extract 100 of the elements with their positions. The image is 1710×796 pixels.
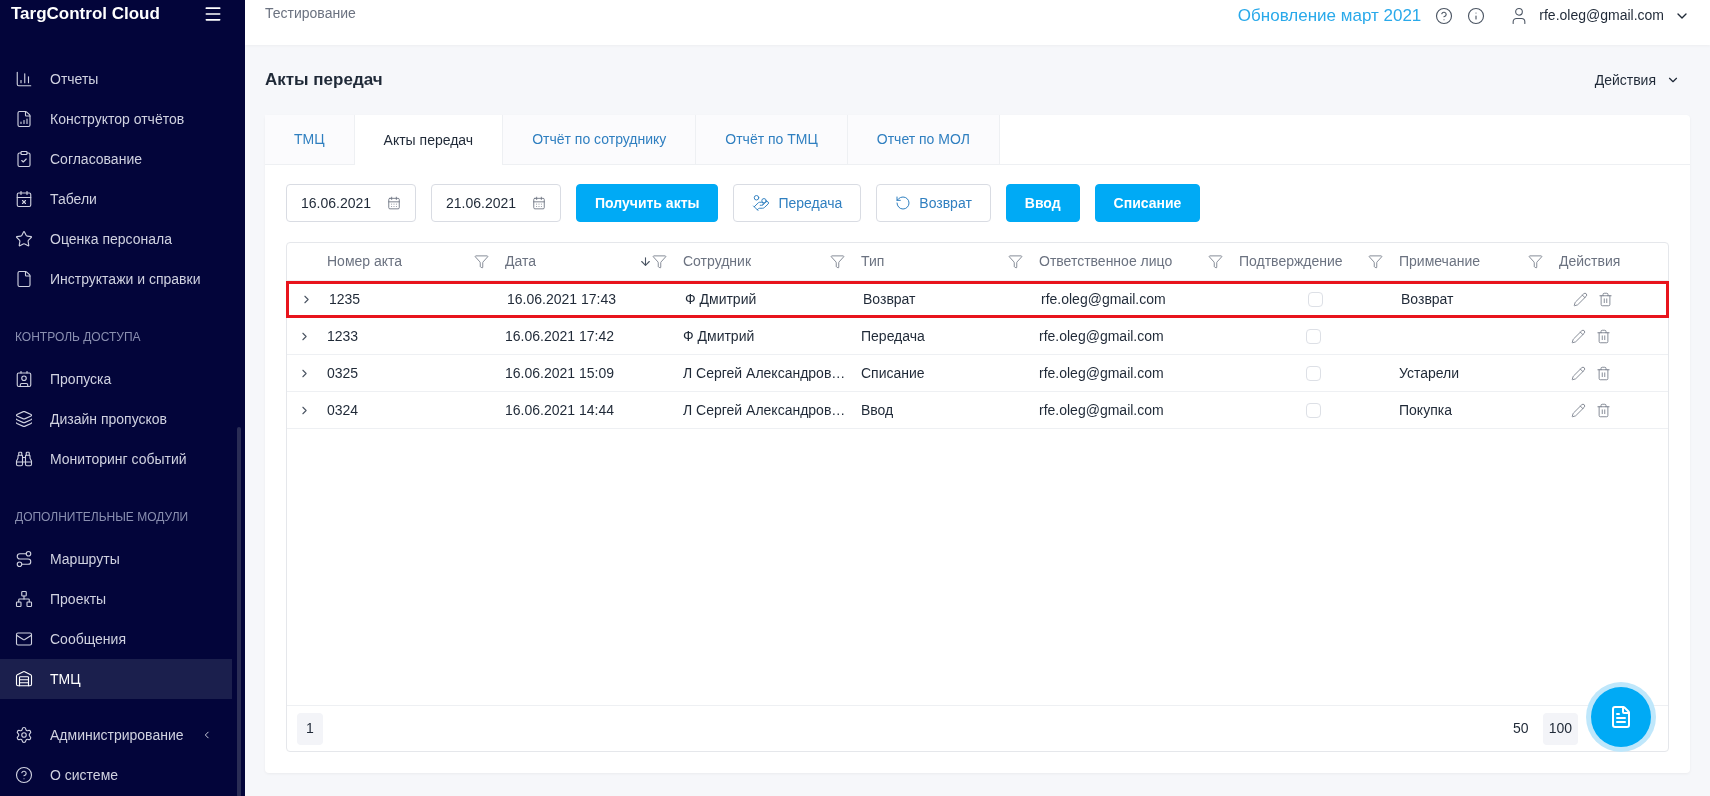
filter-icon[interactable] (1368, 254, 1383, 269)
app-logo: TargControl Cloud (11, 3, 160, 26)
table-row[interactable]: 0324 16.06.2021 14:44 Л Сергей Александров… Ввод rfe.oleg@gmail.com Покупка (287, 392, 1668, 429)
date-field[interactable]: 21.06.2021 (431, 184, 561, 222)
column-header[interactable]: Номер акта (321, 243, 499, 280)
filter-icon[interactable] (474, 254, 489, 269)
layers-icon (15, 410, 33, 428)
file-icon (15, 270, 33, 288)
tab[interactable]: Отчёт по ТМЦ (696, 115, 848, 164)
column-header[interactable]: Тип (855, 243, 1033, 280)
tab[interactable]: ТМЦ (265, 115, 355, 164)
sidebar-item[interactable]: Пропуска (0, 359, 232, 399)
tab[interactable]: Отчет по МОЛ (847, 115, 1000, 164)
edit-icon[interactable] (1571, 365, 1586, 381)
table-cell-text: Ф Дмитрий (685, 290, 757, 309)
sidebar-item[interactable]: Мониторинг событий (0, 439, 232, 479)
confirm-checkbox[interactable] (1305, 328, 1321, 344)
route-icon (15, 550, 33, 568)
sidebar-item[interactable]: Администрирование (0, 715, 232, 755)
table-cell-text: 16.06.2021 17:43 (507, 290, 616, 309)
mail-icon (15, 630, 33, 648)
edit-icon[interactable] (1571, 402, 1586, 418)
table-cell-text: Списание (861, 363, 925, 383)
actions-dropdown[interactable]: Действия (1594, 69, 1680, 91)
user-menu[interactable]: rfe.oleg@gmail.com (1509, 5, 1690, 26)
filter-icon[interactable] (1008, 254, 1023, 269)
star-icon (15, 230, 33, 248)
table-cell-text: 16.06.2021 15:09 (505, 363, 614, 383)
sidebar-item[interactable]: Табели (0, 179, 232, 219)
network-icon (15, 590, 33, 608)
calendar-icon (532, 196, 546, 210)
table-cell-text: 1235 (329, 290, 361, 309)
filter-icon[interactable] (1208, 254, 1223, 269)
sidebar-item[interactable]: Отчеты (0, 59, 232, 99)
sidebar-item[interactable]: Конструктор отчётов (0, 99, 232, 139)
calendar-x-icon (15, 190, 33, 208)
table-cell-text: rfe.oleg@gmail.com (1039, 326, 1164, 346)
tab[interactable]: Отчёт по сотруднику (503, 115, 697, 164)
delete-icon[interactable] (1596, 402, 1611, 418)
table-cell-text: Возврат (1401, 290, 1454, 309)
table-cell-text: 0324 (327, 400, 359, 420)
action-button[interactable]: Передача (733, 184, 862, 222)
delete-icon[interactable] (1596, 365, 1611, 381)
sidebar-item[interactable]: О системе (0, 755, 232, 795)
sort-arrow-icon[interactable] (639, 255, 652, 268)
page-button[interactable]: 1 (297, 712, 323, 745)
note-icon (1609, 705, 1633, 729)
breadcrumb: Тестирование (265, 4, 356, 23)
filter-icon[interactable] (830, 254, 845, 269)
column-header[interactable]: Сотрудник (677, 243, 855, 280)
sidebar-item[interactable]: Инструктажи и справки (0, 259, 232, 299)
bar-chart-icon (15, 70, 33, 88)
delete-icon[interactable] (1596, 328, 1611, 344)
sidebar-item[interactable]: Согласование (0, 139, 232, 179)
sidebar-item[interactable]: Оценка персонала (0, 219, 232, 259)
table-row[interactable]: 1235 16.06.2021 17:43 Ф Дмитрий Возврат rfe.oleg@gmail.com Возврат (286, 281, 1669, 318)
confirm-checkbox[interactable] (1305, 365, 1321, 381)
edit-icon[interactable] (1571, 328, 1586, 344)
column-header[interactable]: Дата (499, 243, 677, 280)
sidebar-item[interactable]: Маршруты (0, 539, 232, 579)
menu-icon[interactable] (203, 4, 223, 24)
sidebar-item[interactable]: ТМЦ (0, 659, 232, 699)
settings-icon (15, 726, 33, 744)
table-row[interactable]: 0325 16.06.2021 15:09 Л Сергей Александров… Списание rfe.oleg@gmail.com Устарели (287, 355, 1668, 392)
confirm-checkbox[interactable] (1305, 402, 1321, 418)
sidebar-item[interactable]: Дизайн пропусков (0, 399, 232, 439)
filter-icon[interactable] (1528, 254, 1543, 269)
warehouse-icon (15, 670, 33, 688)
scrollbar[interactable] (237, 427, 241, 796)
table-cell-text: Передача (861, 326, 925, 346)
table-row[interactable]: 1233 16.06.2021 17:42 Ф Дмитрий Передача rfe.oleg@gmail.com (287, 318, 1668, 355)
table-cell-text: 0325 (327, 363, 359, 383)
sidebar-item[interactable]: Сообщения (0, 619, 232, 659)
tab[interactable]: Акты передач (354, 115, 504, 165)
calendar-icon (387, 196, 401, 210)
column-header[interactable]: Ответственное лицо (1033, 243, 1233, 280)
page-size-button[interactable]: 100 (1542, 712, 1578, 745)
table-cell-text: Л Сергей Александров… (683, 400, 846, 420)
table-cell-text: Ф Дмитрий (683, 326, 755, 346)
confirm-checkbox[interactable] (1307, 292, 1323, 307)
date-field[interactable]: 16.06.2021 (286, 184, 416, 222)
binoculars-icon (15, 450, 33, 468)
section-heading: КОНТРОЛЬ ДОСТУПА (14, 329, 142, 346)
table-cell-text: Покупка (1399, 400, 1452, 420)
table-cell-text: 16.06.2021 14:44 (505, 400, 614, 420)
action-button[interactable]: Возврат (876, 184, 991, 222)
table-cell-text: Устарели (1399, 363, 1460, 383)
section-heading: ДОПОЛНИТЕЛЬНЫЕ МОДУЛИ (14, 509, 190, 526)
table-cell-text: rfe.oleg@gmail.com (1039, 400, 1164, 420)
clipboard-check-icon (15, 150, 33, 168)
edit-icon[interactable] (1573, 292, 1588, 307)
help-icon[interactable] (1435, 6, 1454, 25)
table-cell-text: Ввод (861, 400, 894, 420)
delete-icon[interactable] (1598, 292, 1613, 307)
table-cell-text: 16.06.2021 17:42 (505, 326, 614, 346)
sidebar-item[interactable]: Проекты (0, 579, 232, 619)
column-header[interactable]: Примечание (1393, 243, 1553, 280)
column-header[interactable]: Действия (1553, 243, 1668, 280)
info-icon[interactable] (1467, 6, 1486, 25)
column-header[interactable]: Подтверждение (1233, 243, 1393, 280)
